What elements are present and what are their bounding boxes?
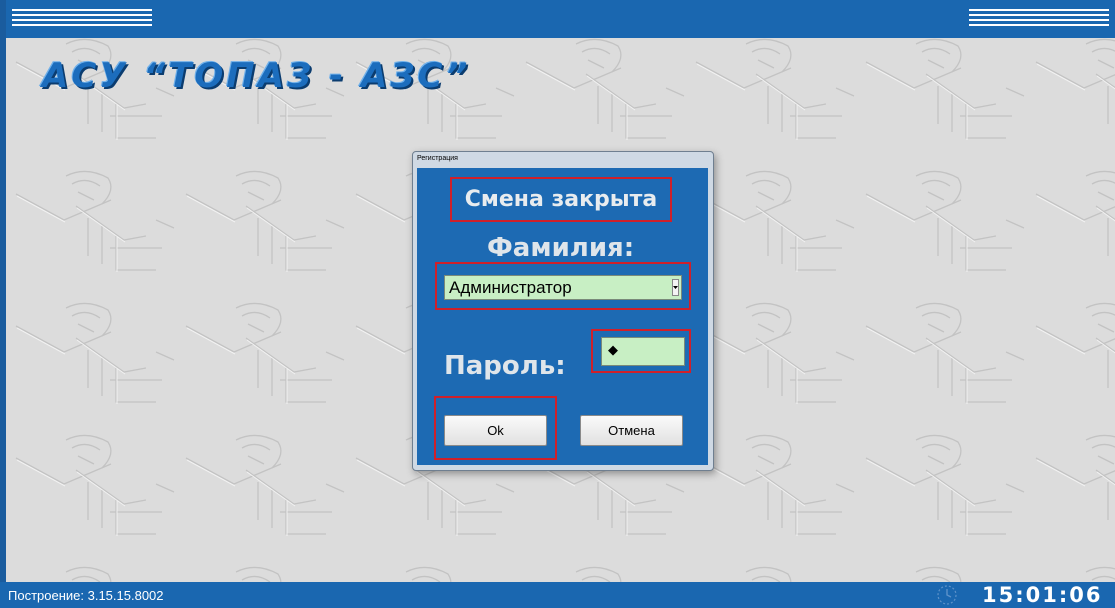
status-bar: Построение: 3.15.15.8002 15:01:06	[0, 582, 1115, 608]
password-highlight: ◆	[591, 329, 691, 373]
top-bar	[6, 0, 1115, 39]
login-dialog: Регистрация Смена закрыта Фамилия: Админ…	[412, 151, 714, 471]
chevron-down-icon[interactable]	[672, 279, 679, 296]
dialog-body: Смена закрыта Фамилия: Администратор Пар…	[417, 168, 708, 465]
surname-label: Фамилия:	[487, 233, 635, 263]
clock-icon	[937, 585, 957, 605]
hamburger-menu-right-icon[interactable]	[969, 9, 1109, 31]
password-field[interactable]: ◆	[601, 337, 685, 366]
user-select[interactable]: Администратор	[444, 275, 682, 300]
ok-button[interactable]: Ok	[444, 415, 547, 446]
dialog-title: Регистрация	[417, 155, 458, 162]
cancel-button[interactable]: Отмена	[580, 415, 683, 446]
clock-time: 15:01:06	[982, 583, 1103, 607]
user-select-highlight: Администратор	[435, 262, 691, 310]
user-select-value: Администратор	[449, 278, 572, 297]
shift-status-label: Смена закрыта	[450, 177, 672, 222]
app-title: АСУ “ТОПАЗ - АЗС”	[42, 56, 471, 96]
build-version: Построение: 3.15.15.8002	[8, 588, 164, 603]
hamburger-menu-left-icon[interactable]	[12, 9, 152, 31]
password-label: Пароль:	[444, 351, 566, 381]
